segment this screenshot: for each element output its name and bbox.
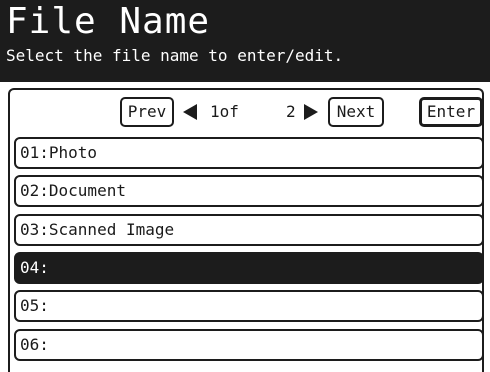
file-item-06[interactable]: 06: [14, 329, 484, 361]
file-item-03[interactable]: 03:Scanned Image [14, 214, 484, 246]
page-title: File Name [6, 1, 211, 42]
prev-button[interactable]: Prev [120, 97, 174, 127]
file-item-04[interactable]: 04: [14, 252, 484, 284]
next-button[interactable]: Next [328, 97, 384, 127]
file-item-01[interactable]: 01:Photo [14, 137, 484, 169]
page-indicator-current: 1of [210, 102, 239, 121]
triangle-left-icon[interactable] [183, 104, 197, 120]
file-item-02[interactable]: 02:Document [14, 175, 484, 207]
header-bar: File Name Select the file name to enter/… [0, 0, 490, 82]
enter-button[interactable]: Enter [419, 97, 483, 127]
file-item-05[interactable]: 05: [14, 290, 484, 322]
page-indicator-total: 2 [286, 102, 296, 121]
page-subtitle: Select the file name to enter/edit. [6, 46, 344, 65]
triangle-right-icon[interactable] [304, 104, 318, 120]
